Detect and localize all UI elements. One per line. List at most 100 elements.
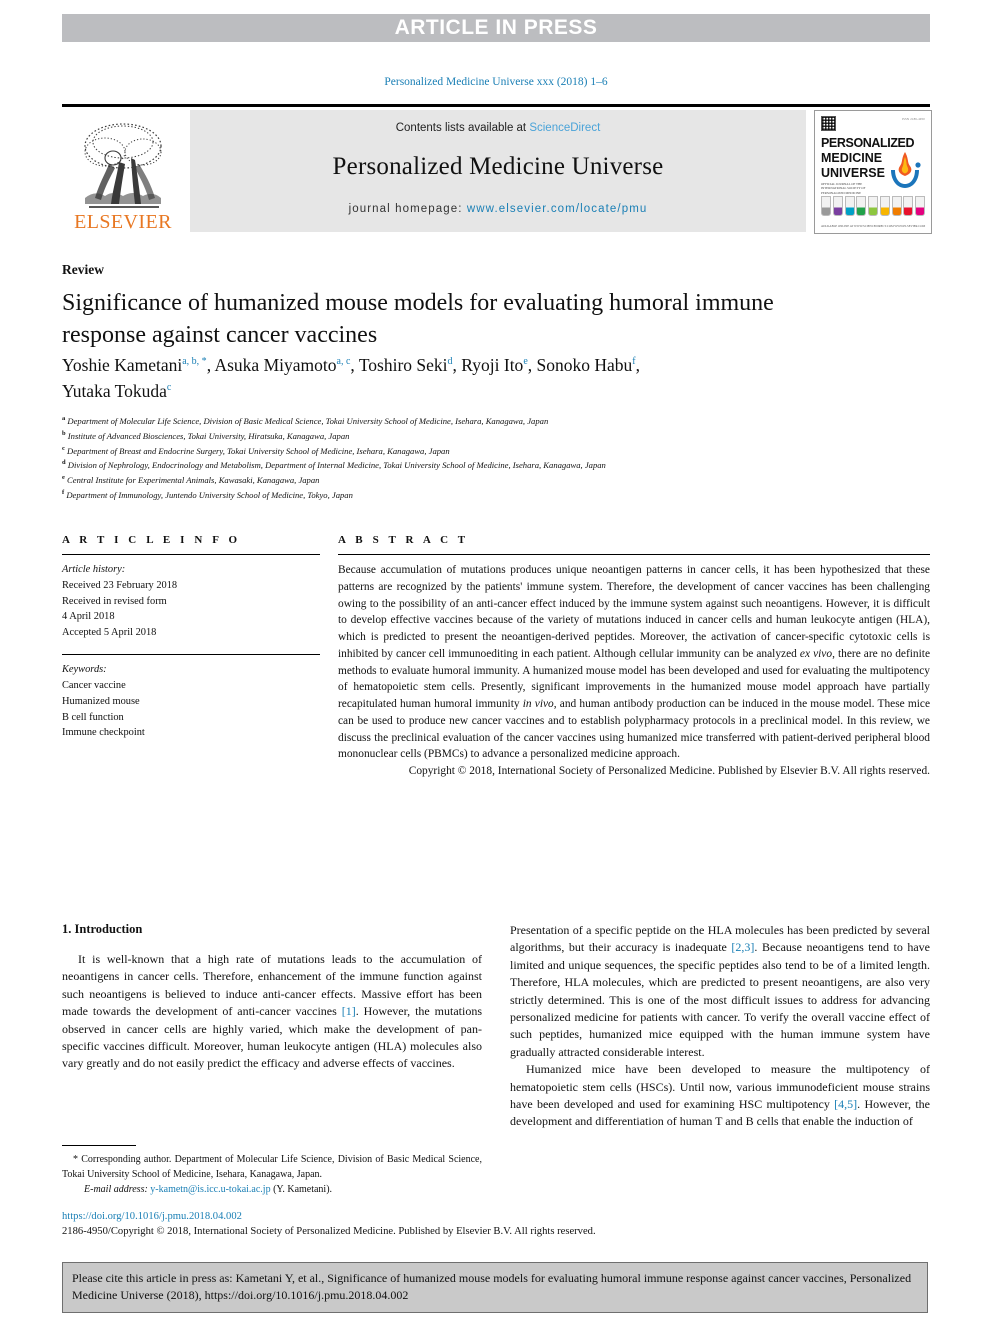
tube [879, 196, 890, 216]
body-column-left: 1. Introduction It is well-known that a … [62, 922, 482, 1073]
email-link[interactable]: y-kametn@is.icc.u-tokai.ac.jp [150, 1184, 270, 1195]
cover-subtitle: OFFICIAL JOURNAL OF THE INTERNATIONAL SO… [821, 182, 866, 195]
abstract-copyright: Copyright © 2018, International Society … [408, 765, 930, 778]
article-info-heading: A R T I C L E I N F O [62, 534, 241, 546]
keyword-item: Immune checkpoint [62, 727, 145, 739]
article-history-item: Received in revised form [62, 595, 167, 607]
author-name: Yoshie Kametani [62, 355, 183, 375]
affiliation-item: d Division of Nephrology, Endocrinology … [62, 458, 922, 473]
author-name: Asuka Miyamoto [214, 355, 337, 375]
affiliation-text: Department of Breast and Endocrine Surge… [67, 445, 450, 456]
journal-masthead: ELSEVIER Contents lists available at Sci… [62, 104, 932, 234]
abstract-part-1: Because accumulation of mutations produc… [338, 564, 930, 660]
abstract-rule [338, 554, 930, 555]
abstract-italic-2: in vivo [522, 698, 554, 711]
affiliation-item: f Department of Immunology, Juntendo Uni… [62, 488, 922, 503]
author-sep: , [452, 355, 462, 375]
running-head: Personalized Medicine Universe xxx (2018… [384, 76, 608, 88]
article-history-block: Article history: Received 23 February 20… [62, 562, 320, 641]
paper-page: ARTICLE IN PRESS Personalized Medicine U… [0, 0, 992, 1323]
article-history-item: Accepted 5 April 2018 [62, 627, 157, 639]
article-history-item: 4 April 2018 [62, 611, 115, 623]
article-history-item: Received 23 February 2018 [62, 579, 178, 591]
author-affiliation-marks: a, b, * [182, 356, 207, 368]
elsevier-logo: ELSEVIER [62, 110, 184, 232]
homepage-prefix: journal homepage: [348, 203, 467, 215]
qr-code-icon [821, 116, 836, 131]
affiliation-mark: e [62, 474, 65, 482]
body-paragraph: It is well-known that a high rate of mut… [62, 951, 482, 1073]
footnote-address: * Corresponding author. Department of Mo… [62, 1154, 482, 1180]
flame-torch-icon [887, 150, 923, 190]
abstract-heading: A B S T R A C T [338, 534, 469, 546]
corresponding-author-footnote: * Corresponding author. Department of Mo… [62, 1145, 482, 1197]
keywords-rule [62, 654, 320, 656]
author-list: Yoshie Kametania, b, *, Asuka Miyamotoa,… [62, 352, 862, 405]
masthead-center-block: Contents lists available at ScienceDirec… [190, 110, 806, 232]
doi-link[interactable]: https://doi.org/10.1016/j.pmu.2018.04.00… [62, 1209, 930, 1224]
affiliation-mark: d [62, 459, 66, 467]
affiliation-mark: b [62, 429, 66, 437]
author-name: Yutaka Tokuda [62, 381, 167, 402]
author-sep: , [527, 355, 537, 375]
citation-reference[interactable]: [4,5] [834, 1097, 857, 1111]
author-sep: , [350, 355, 359, 375]
contents-available-line: Contents lists available at ScienceDirec… [396, 122, 601, 134]
article-info-rule [62, 554, 320, 555]
section-heading-introduction: 1. Introduction [62, 922, 143, 936]
citation-reference[interactable]: [1] [342, 1004, 356, 1018]
keywords-block: Keywords: Cancer vaccine Humanized mouse… [62, 662, 320, 741]
email-owner: (Y. Kametani). [273, 1184, 333, 1195]
footnote-rule [62, 1145, 136, 1146]
journal-homepage-line: journal homepage: www.elsevier.com/locat… [349, 203, 648, 215]
page-title: Significance of humanized mouse models f… [62, 290, 774, 348]
tube [915, 196, 925, 216]
tube [832, 196, 843, 216]
masthead-top-rule [62, 104, 930, 107]
affiliation-text: Division of Nephrology, Endocrinology an… [67, 460, 606, 471]
affiliation-text: Central Institute for Experimental Anima… [67, 474, 320, 485]
abstract-column: A B S T R A C T Because accumulation of … [338, 534, 930, 780]
author-name: Ryoji Ito [461, 355, 524, 375]
tube [891, 196, 902, 216]
abstract-italic-1: ex vivo [799, 647, 833, 660]
tube [844, 196, 855, 216]
cover-test-tube-row [821, 196, 925, 222]
affiliation-list: a Department of Molecular Life Science, … [62, 414, 922, 503]
affiliation-mark: a [62, 415, 66, 422]
keywords-label: Keywords: [62, 664, 107, 676]
affiliation-item: c Department of Breast and Endocrine Sur… [62, 444, 922, 459]
sciencedirect-link[interactable]: ScienceDirect [529, 122, 600, 134]
article-history-label: Article history: [62, 564, 126, 575]
tube [903, 196, 914, 216]
cover-title-line-3: UNIVERSE [821, 166, 885, 180]
author-affiliation-marks: c [166, 382, 172, 394]
journal-cover-thumbnail: ISSN 2186-4950 PERSONALIZED MEDICINE UNI… [814, 110, 932, 234]
affiliation-mark: f [62, 488, 65, 496]
contents-prefix: Contents lists available at [395, 122, 530, 134]
journal-homepage-link[interactable]: www.elsevier.com/locate/pmu [467, 203, 648, 215]
body-column-right: Presentation of a specific peptide on th… [510, 922, 930, 1131]
elsevier-tree-icon [69, 118, 177, 210]
keyword-item: B cell function [62, 711, 124, 723]
author-name: Sonoko Habu [536, 355, 633, 375]
article-in-press-label: ARTICLE IN PRESS [394, 16, 598, 39]
article-in-press-banner: ARTICLE IN PRESS [62, 14, 930, 42]
tube [821, 196, 831, 216]
cover-title-line-1: PERSONALIZED [821, 136, 915, 150]
issn-copyright-line: 2186-4950/Copyright © 2018, Internationa… [62, 1226, 596, 1238]
affiliation-text: Department of Immunology, Juntendo Unive… [66, 489, 353, 500]
affiliation-item: b Institute of Advanced Biosciences, Tok… [62, 429, 922, 444]
author-sep: , [635, 355, 640, 375]
journal-title: Personalized Medicine Universe [332, 153, 664, 180]
citation-reference[interactable]: [2,3] [731, 940, 754, 954]
cover-issn-corner: ISSN 2186-4950 [901, 117, 925, 121]
author-name: Toshiro Seki [358, 355, 448, 375]
affiliation-item: a Department of Molecular Life Science, … [62, 414, 922, 429]
elsevier-wordmark: ELSEVIER [74, 211, 172, 233]
keyword-item: Cancer vaccine [62, 679, 126, 691]
citation-box: Please cite this article in press as: Ka… [62, 1262, 928, 1314]
citation-text: Please cite this article in press as: Ka… [72, 1271, 912, 1303]
author-affiliation-marks: a, c [336, 356, 351, 368]
